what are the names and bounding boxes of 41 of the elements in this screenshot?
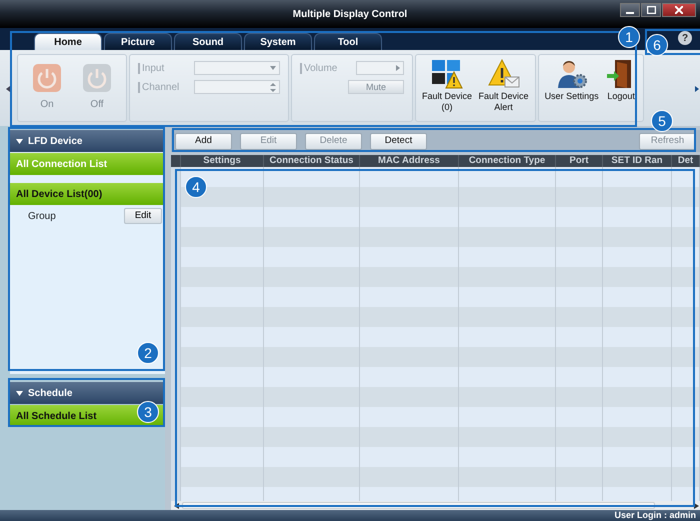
spinner-arrows-icon <box>270 82 276 92</box>
logout-button[interactable]: Logout <box>603 59 640 117</box>
fault-device-button[interactable]: Fault Device (0) <box>420 59 474 117</box>
toolbar-button[interactable]: Detect <box>370 132 427 150</box>
expand-arrow-icon <box>16 390 23 396</box>
power-icon <box>82 63 112 93</box>
power-icon <box>32 63 62 93</box>
section-header[interactable]: Schedule <box>10 382 165 404</box>
tab[interactable]: Home <box>34 33 102 50</box>
edit-button[interactable]: Edit <box>124 208 162 224</box>
dropdown-field[interactable] <box>194 61 280 75</box>
list-item[interactable]: All Device List(00) <box>10 183 165 205</box>
maximize-button[interactable] <box>641 3 661 17</box>
minimize-button[interactable] <box>620 3 640 17</box>
scroll-right-icon[interactable] <box>695 86 699 92</box>
group-label: Group <box>28 210 56 224</box>
help-button[interactable]: ? <box>678 31 692 45</box>
user-settings-button[interactable]: User Settings <box>542 59 601 117</box>
close-button[interactable] <box>662 3 696 17</box>
expand-arrow-icon <box>16 138 23 144</box>
user-gear-icon <box>556 59 588 89</box>
section-header[interactable]: LFD Device <box>10 130 165 152</box>
warning-envelope-icon <box>488 59 520 89</box>
monitor-grid-warning-icon <box>431 59 464 89</box>
right-arrow-icon <box>396 65 400 71</box>
scroll-right-icon[interactable] <box>694 502 699 508</box>
volume-field[interactable] <box>356 61 404 75</box>
maximize-icon <box>646 6 656 14</box>
tab[interactable]: Sound <box>174 33 242 50</box>
status-bar: User Login : admin <box>0 510 700 521</box>
close-icon <box>675 6 683 14</box>
spinner-field[interactable] <box>194 80 280 94</box>
toolbar-button[interactable]: Add <box>175 132 232 150</box>
dropdown-arrow-icon <box>270 66 276 70</box>
tab[interactable]: System <box>244 33 312 50</box>
window-title: Multiple Display Control <box>292 8 408 22</box>
tab[interactable]: Picture <box>104 33 172 50</box>
scroll-left-icon[interactable] <box>6 86 10 92</box>
tab[interactable]: Tool <box>314 33 382 50</box>
scroll-left-icon[interactable] <box>174 502 179 508</box>
fault-alert-button[interactable]: Fault Device Alert <box>476 59 531 117</box>
